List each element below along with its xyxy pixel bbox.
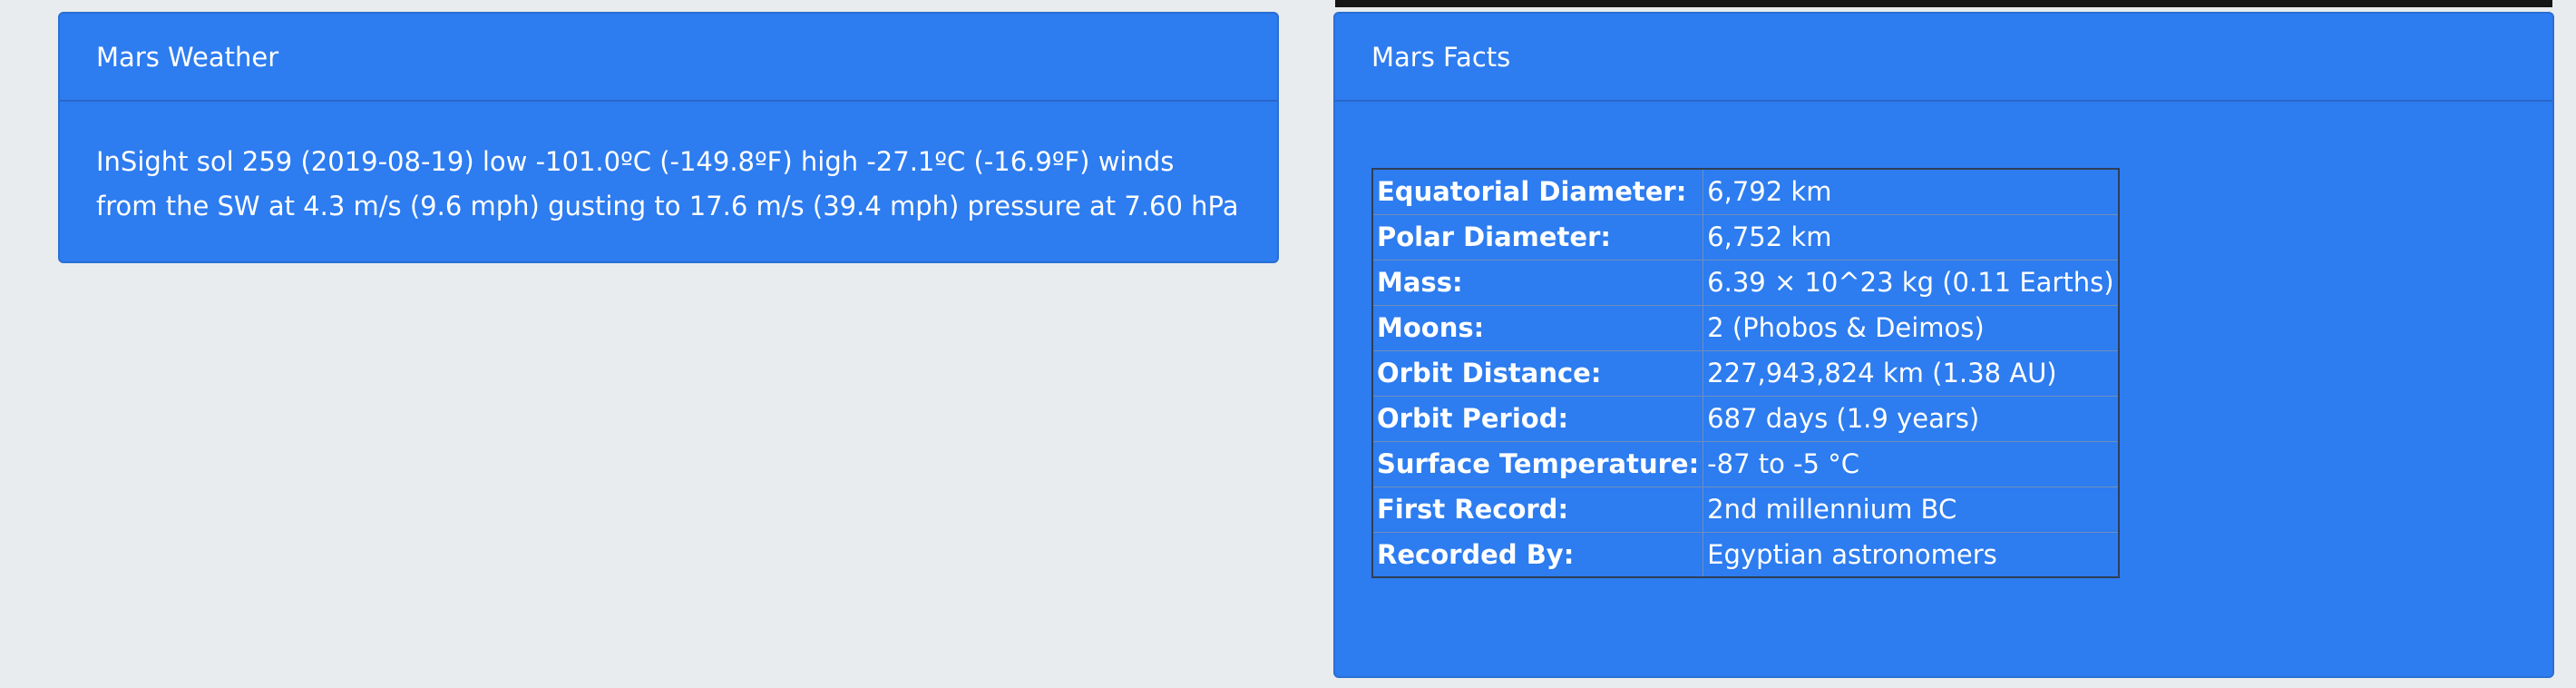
fact-label: Recorded By: <box>1371 531 1704 578</box>
table-row: Orbit Period: 687 days (1.9 years) <box>1371 395 2120 442</box>
fact-label: Polar Diameter: <box>1371 213 1704 260</box>
fact-value: 227,943,824 km (1.38 AU) <box>1703 349 2120 397</box>
fact-label: Surface Temperature: <box>1371 440 1704 487</box>
table-row: Recorded By: Egyptian astronomers <box>1371 531 2120 578</box>
fact-value: 2nd millennium BC <box>1703 486 2120 533</box>
table-row: Polar Diameter: 6,752 km <box>1371 213 2120 260</box>
table-row: Equatorial Diameter: 6,792 km <box>1371 168 2120 215</box>
fact-value: 6.39 × 10^23 kg (0.11 Earths) <box>1703 259 2120 306</box>
mars-weather-text: InSight sol 259 (2019-08-19) low -101.0º… <box>96 146 1239 221</box>
featured-image-edge <box>1335 0 2552 7</box>
fact-value: 6,792 km <box>1703 168 2120 215</box>
table-row: Surface Temperature: -87 to -5 °C <box>1371 440 2120 487</box>
table-row: Orbit Distance: 227,943,824 km (1.38 AU) <box>1371 349 2120 397</box>
fact-value: 2 (Phobos & Deimos) <box>1703 304 2120 351</box>
fact-label: First Record: <box>1371 486 1704 533</box>
fact-label: Mass: <box>1371 259 1704 306</box>
fact-value: 687 days (1.9 years) <box>1703 395 2120 442</box>
fact-value: 6,752 km <box>1703 213 2120 260</box>
fact-label: Moons: <box>1371 304 1704 351</box>
mars-weather-title: Mars Weather <box>60 14 1277 102</box>
mars-facts-table: Equatorial Diameter: 6,792 km Polar Diam… <box>1371 168 2120 578</box>
fact-label: Equatorial Diameter: <box>1371 168 1704 215</box>
mars-facts-title: Mars Facts <box>1335 14 2552 102</box>
fact-value: -87 to -5 °C <box>1703 440 2120 487</box>
table-row: First Record: 2nd millennium BC <box>1371 486 2120 533</box>
fact-label: Orbit Period: <box>1371 395 1704 442</box>
fact-label: Orbit Distance: <box>1371 349 1704 397</box>
table-row: Mass: 6.39 × 10^23 kg (0.11 Earths) <box>1371 259 2120 306</box>
mars-facts-card: Mars Facts Equatorial Diameter: 6,792 km… <box>1333 12 2554 678</box>
mars-weather-card: Mars Weather InSight sol 259 (2019-08-19… <box>58 12 1279 263</box>
fact-value: Egyptian astronomers <box>1703 531 2120 578</box>
table-row: Moons: 2 (Phobos & Deimos) <box>1371 304 2120 351</box>
